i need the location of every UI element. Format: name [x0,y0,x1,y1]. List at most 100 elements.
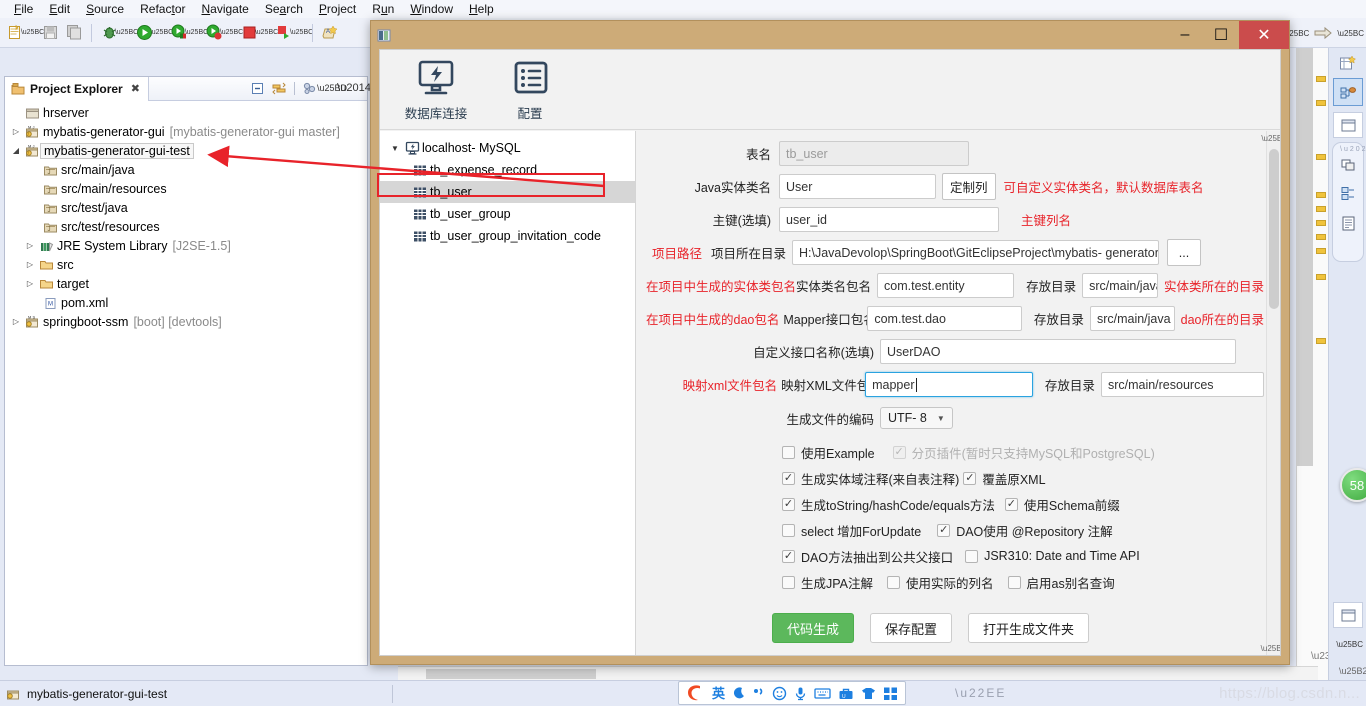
debug-icon[interactable] [98,22,120,44]
run-dropdown-icon[interactable]: \u25BC [157,23,166,43]
tree-row-src-test-java[interactable]: J src/test/java [5,198,367,217]
custom-columns-button[interactable]: 定制列 [942,173,996,200]
minimize-button[interactable]: – [1167,21,1203,49]
save-icon[interactable] [39,22,61,44]
menu-item-help[interactable]: Help [461,0,502,18]
new-wizard-icon[interactable] [4,22,26,44]
new-wizard-dropdown-icon[interactable]: \u25BC [28,23,37,43]
smiley-icon[interactable] [772,686,787,701]
perspective-dropdown-icon[interactable]: \u25BC [1337,29,1364,38]
open-type-icon[interactable]: A [319,22,341,44]
editor-vertical-scrollbar-thumb[interactable] [1297,48,1313,466]
jpa-annotation-checkbox[interactable] [782,576,795,589]
db-row-tb-expense-record[interactable]: tb_expense_record [380,159,635,181]
tree-row-src-test-resources[interactable]: J src/test/resources [5,217,367,236]
primary-key-input[interactable]: user_id [779,207,999,232]
warning-marker[interactable] [1316,274,1326,280]
menu-item-project[interactable]: Project [311,0,364,18]
scroll-up-icon[interactable]: \u25B2 [1267,131,1280,145]
link-with-editor-icon[interactable] [270,79,288,97]
comma-icon[interactable] [753,686,765,700]
ime-drag-handle[interactable]: \u22EE [955,686,1006,700]
select-for-update-checkbox[interactable] [782,524,795,537]
use-example-checkbox[interactable] [782,446,795,459]
tree-expander[interactable]: ◢ [9,146,23,155]
console-view-icon[interactable] [1340,215,1357,237]
tab-project-explorer[interactable]: Project Explorer ✖ [5,77,149,101]
dao-dir-input[interactable]: src/main/java [1090,306,1175,331]
menu-item-run[interactable]: Run [364,0,402,18]
tree-row-src[interactable]: ▷ src [5,255,367,274]
jsr310-checkbox[interactable] [965,550,978,563]
collapse-all-icon[interactable] [248,79,266,97]
sogou-logo-icon[interactable]: S [686,684,705,702]
menu-item-search[interactable]: Search [257,0,311,18]
warning-marker[interactable] [1316,220,1326,226]
task-list-view-icon[interactable] [1340,185,1357,207]
form-vertical-scrollbar[interactable]: \u25B2 \u25BC [1266,131,1280,655]
generate-code-button[interactable]: 代码生成 [772,613,854,643]
tree-row-mybatis-generator-gui-test[interactable]: ◢ M J! mybatis-generator-gui-test [5,141,367,160]
warning-marker[interactable] [1316,76,1326,82]
close-button[interactable]: ✕ [1239,21,1289,49]
as-alias-query-checkbox[interactable] [1008,576,1021,589]
debug-dropdown-icon[interactable]: \u25BC [122,23,131,43]
menu-item-refactor[interactable]: Refactor [132,0,193,18]
warning-marker[interactable] [1316,338,1326,344]
editor-overview-ruler[interactable]: \u2304 [1296,48,1328,680]
db-row-tb-user-group-invitation-code[interactable]: tb_user_group_invitation_code [380,225,635,247]
editor-horizontal-scrollbar-thumb[interactable] [426,669,596,679]
overwrite-xml-checkbox[interactable] [963,472,976,485]
custom-interface-input[interactable]: UserDAO [880,339,1236,364]
tree-row-src-main-java[interactable]: J src/main/java [5,160,367,179]
table-name-input[interactable]: tb_user [779,141,969,166]
chevron-up-icon[interactable]: \u25B2 [1339,666,1366,676]
db-row-tb-user-group[interactable]: tb_user_group [380,203,635,225]
tree-expander[interactable]: ▷ [23,279,37,288]
dao-package-input[interactable]: com.test.dao [867,306,1022,331]
chevron-down-icon[interactable]: \u25BC [1336,640,1363,649]
menu-item-file[interactable]: FFileile [6,0,41,18]
minimize-icon[interactable]: \u2014 [345,79,363,97]
package-explorer-view-icon[interactable] [1333,112,1363,138]
entity-name-input[interactable]: User [779,174,936,199]
run-coverage-icon[interactable] [203,22,225,44]
config-button[interactable]: 配置 [494,58,566,122]
tree-expander[interactable]: ▼ [388,144,402,153]
close-icon[interactable]: ✖ [131,82,140,95]
java-perspective-icon[interactable] [1333,78,1363,106]
encoding-select[interactable]: UTF- 8 ▼ [880,407,953,429]
menu-item-source[interactable]: Source [78,0,132,18]
coverage-dropdown-icon[interactable]: \u25BC [227,23,236,43]
warning-marker[interactable] [1316,100,1326,106]
external-tools-dropdown-icon[interactable]: \u25BC [192,23,201,43]
dao-common-parent-checkbox[interactable] [782,550,795,563]
db-row-tb-user[interactable]: tb_user [380,181,635,203]
tree-row-hrserver[interactable]: hrserver [5,103,367,122]
run-external-tools-icon[interactable] [168,22,190,44]
entity-dir-input[interactable]: src/main/java [1082,273,1158,298]
open-output-folder-button[interactable]: 打开生成文件夹 [968,613,1089,643]
keyboard-icon[interactable] [814,687,831,700]
minimized-view-icon[interactable] [1333,602,1363,628]
scroll-down-icon[interactable]: \u25BC [1267,641,1280,655]
pagination-plugin-checkbox[interactable] [893,446,906,459]
db-connection-button[interactable]: 数据库连接 [400,58,472,122]
new-java-class-icon[interactable] [1333,50,1363,76]
moon-icon[interactable] [732,686,746,700]
tree-expander[interactable]: ▷ [23,260,37,269]
warning-marker[interactable] [1316,248,1326,254]
run-last-dropdown-icon[interactable]: \u25BC [297,23,306,43]
run-last-icon[interactable] [273,22,295,44]
tree-row-jre-system-library[interactable]: ▷ JRE System Library [J2SE-1.5] [5,236,367,255]
menu-item-window[interactable]: Window [402,0,461,18]
db-row-localhost[interactable]: ▼ localhost- MySQL [380,137,635,159]
warning-marker[interactable] [1316,234,1326,240]
form-scrollbar-thumb[interactable] [1269,149,1279,309]
terminate-dropdown-icon[interactable]: \u25BC [262,23,271,43]
menu-item-edit[interactable]: Edit [41,0,78,18]
apps-icon[interactable] [883,686,898,701]
tree-row-target[interactable]: ▷ target [5,274,367,293]
outline-view-icon[interactable] [1340,157,1357,178]
editor-horizontal-scrollbar[interactable] [398,666,1318,680]
